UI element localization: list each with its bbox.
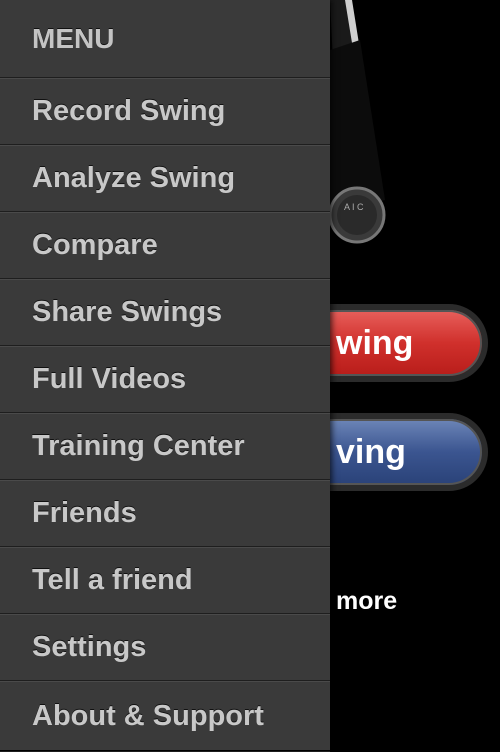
menu-item-analyze-swing[interactable]: Analyze Swing bbox=[0, 145, 330, 212]
menu-item-training-center[interactable]: Training Center bbox=[0, 413, 330, 480]
menu-item-about-support[interactable]: About & Support bbox=[0, 681, 330, 752]
more-link[interactable]: more bbox=[336, 587, 397, 616]
analyze-swing-button-label: ving bbox=[336, 432, 406, 471]
menu-item-settings[interactable]: Settings bbox=[0, 614, 330, 681]
menu-item-friends[interactable]: Friends bbox=[0, 480, 330, 547]
menu-item-share-swings[interactable]: Share Swings bbox=[0, 279, 330, 346]
side-menu: MENU Record Swing Analyze Swing Compare … bbox=[0, 0, 330, 752]
menu-item-full-videos[interactable]: Full Videos bbox=[0, 346, 330, 413]
menu-item-record-swing[interactable]: Record Swing bbox=[0, 78, 330, 145]
menu-header: MENU bbox=[0, 0, 330, 78]
bag-badge-text: A I C bbox=[344, 202, 364, 212]
menu-item-compare[interactable]: Compare bbox=[0, 212, 330, 279]
menu-item-tell-a-friend[interactable]: Tell a friend bbox=[0, 547, 330, 614]
record-swing-button-label: wing bbox=[336, 323, 414, 362]
